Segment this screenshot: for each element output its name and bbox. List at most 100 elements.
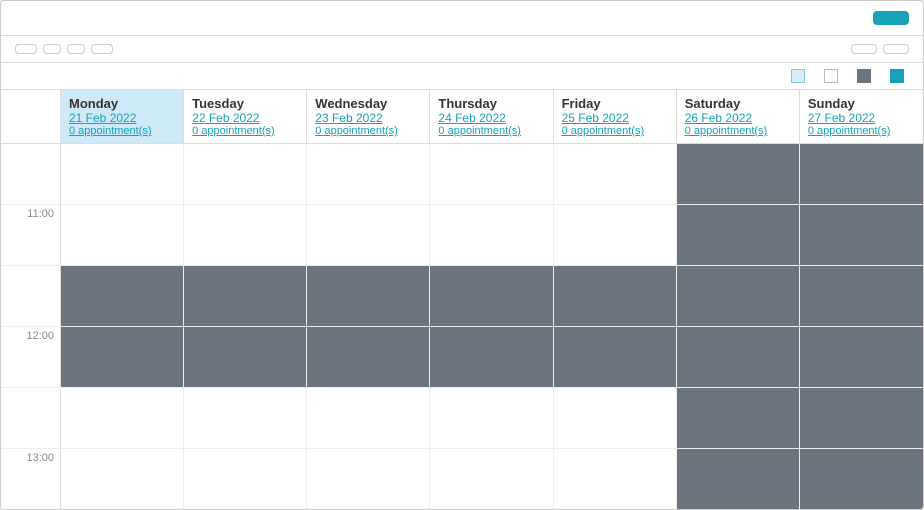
calendar-grid: Monday21 Feb 20220 appointment(s)Tuesday… (1, 90, 923, 509)
day-date-link[interactable]: 25 Feb 2022 (562, 111, 668, 125)
time-row: 12:00 (1, 327, 923, 388)
day-name: Sunday (808, 96, 915, 111)
toolbar (1, 36, 923, 63)
day-date-link[interactable]: 24 Feb 2022 (438, 111, 544, 125)
calendar-cell[interactable] (61, 388, 184, 448)
appointment-count[interactable]: 0 appointment(s) (315, 125, 421, 137)
calendar-cell[interactable] (307, 266, 430, 326)
time-label (1, 266, 61, 326)
day-header-friday: Friday25 Feb 20220 appointment(s) (554, 90, 677, 143)
refresh-button[interactable] (873, 11, 909, 25)
calendar-cell[interactable] (800, 327, 923, 387)
calendar-cell[interactable] (677, 144, 800, 204)
day-date-link[interactable]: 22 Feb 2022 (192, 111, 298, 125)
calendar-cell[interactable] (430, 205, 553, 265)
time-label (1, 144, 61, 204)
calendar-cell[interactable] (184, 388, 307, 448)
time-label: 13:00 (1, 449, 61, 509)
calendar-cell[interactable] (554, 205, 677, 265)
calendar-cell[interactable] (184, 449, 307, 509)
closed-icon (857, 69, 871, 83)
day-name: Saturday (685, 96, 791, 111)
day-header-wednesday: Wednesday23 Feb 20220 appointment(s) (307, 90, 430, 143)
calendar-cell[interactable] (61, 327, 184, 387)
calendar-cell[interactable] (677, 205, 800, 265)
appointment-count[interactable]: 0 appointment(s) (808, 125, 915, 137)
scheduling-details-button[interactable] (851, 44, 877, 54)
legend-closed (857, 69, 876, 83)
calendar-cell[interactable] (677, 327, 800, 387)
day-date-link[interactable]: 27 Feb 2022 (808, 111, 915, 125)
calendar-cell[interactable] (800, 205, 923, 265)
calendar-cell[interactable] (61, 449, 184, 509)
next-button[interactable] (67, 44, 85, 54)
calendar-cell[interactable] (184, 144, 307, 204)
calendar-cell[interactable] (61, 266, 184, 326)
calendar-cell[interactable] (307, 388, 430, 448)
day-header-thursday: Thursday24 Feb 20220 appointment(s) (430, 90, 553, 143)
appointment-count[interactable]: 0 appointment(s) (685, 125, 791, 137)
toolbar-left (15, 44, 113, 54)
calendar-cell[interactable] (307, 449, 430, 509)
calendar-cell[interactable] (800, 388, 923, 448)
current-day-icon (791, 69, 805, 83)
calendar-cell[interactable] (800, 449, 923, 509)
day-header-monday: Monday21 Feb 20220 appointment(s) (61, 90, 184, 143)
calendar-cell[interactable] (677, 449, 800, 509)
calendar-cell[interactable] (430, 388, 553, 448)
calendar-cell[interactable] (800, 266, 923, 326)
day-name: Monday (69, 96, 175, 111)
calendar-container: Monday21 Feb 20220 appointment(s)Tuesday… (0, 0, 924, 510)
prev-button[interactable] (43, 44, 61, 54)
calendar-cell[interactable] (430, 449, 553, 509)
calendar-cell[interactable] (430, 327, 553, 387)
calendar-cell[interactable] (61, 144, 184, 204)
header (1, 1, 923, 36)
calendar-cell[interactable] (677, 388, 800, 448)
calendar-cell[interactable] (307, 144, 430, 204)
calendar-cell[interactable] (554, 449, 677, 509)
calendar-cell[interactable] (554, 144, 677, 204)
appointment-count[interactable]: 0 appointment(s) (438, 125, 544, 137)
time-row: 13:00 (1, 449, 923, 509)
calendar-cell[interactable] (307, 327, 430, 387)
day-name: Thursday (438, 96, 544, 111)
calendar-cell[interactable] (430, 266, 553, 326)
legend-current-day (791, 69, 810, 83)
day-header-sunday: Sunday27 Feb 20220 appointment(s) (800, 90, 923, 143)
time-rows: 11:00 12:00 13:00 (1, 144, 923, 509)
day-date-link[interactable]: 23 Feb 2022 (315, 111, 421, 125)
time-label (1, 388, 61, 448)
appointment-count[interactable]: 0 appointment(s) (192, 125, 298, 137)
calendar-cell[interactable] (184, 327, 307, 387)
calendar-cell[interactable] (184, 205, 307, 265)
calendar-cell[interactable] (61, 205, 184, 265)
toolbar-right (851, 44, 909, 54)
week-selector-button[interactable] (883, 44, 909, 54)
calendar-cell[interactable] (307, 205, 430, 265)
day-header-tuesday: Tuesday22 Feb 20220 appointment(s) (184, 90, 307, 143)
legend (1, 63, 923, 90)
date-range-button[interactable] (91, 44, 113, 54)
time-label: 11:00 (1, 205, 61, 265)
time-row (1, 144, 923, 205)
calendar-cell[interactable] (184, 266, 307, 326)
calendar-cell[interactable] (800, 144, 923, 204)
calendar-cell[interactable] (554, 266, 677, 326)
appointment-count[interactable]: 0 appointment(s) (562, 125, 668, 137)
open-icon (824, 69, 838, 83)
time-row: 11:00 (1, 205, 923, 266)
calendar-cell[interactable] (430, 144, 553, 204)
day-date-link[interactable]: 26 Feb 2022 (685, 111, 791, 125)
time-gutter-header (1, 90, 61, 143)
appointments-icon (890, 69, 904, 83)
calendar-cell[interactable] (554, 388, 677, 448)
time-label: 12:00 (1, 327, 61, 387)
day-date-link[interactable]: 21 Feb 2022 (69, 111, 175, 125)
today-button[interactable] (15, 44, 37, 54)
day-name: Tuesday (192, 96, 298, 111)
time-row (1, 266, 923, 327)
calendar-cell[interactable] (677, 266, 800, 326)
appointment-count[interactable]: 0 appointment(s) (69, 125, 175, 137)
calendar-cell[interactable] (554, 327, 677, 387)
